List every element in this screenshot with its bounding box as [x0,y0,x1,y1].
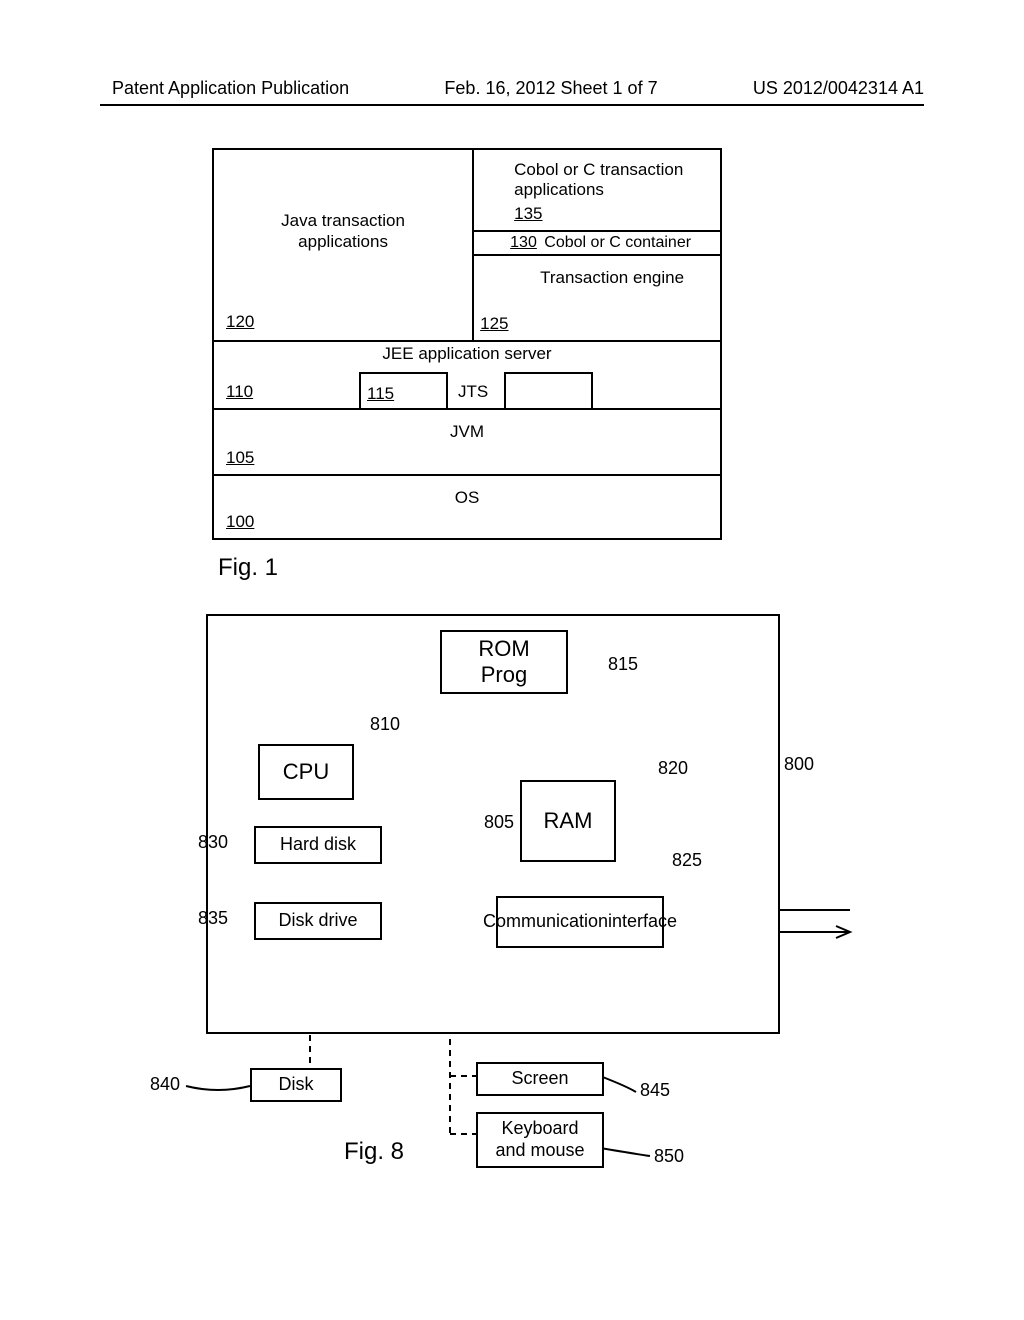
jvm-label: JVM [214,422,720,442]
block-transaction-engine: Transaction engine 125 [474,256,720,340]
ref-845: 845 [640,1080,670,1101]
disk-label: Disk [279,1074,314,1096]
engine-label: Transaction engine [474,268,720,288]
block-os: OS 100 [214,474,720,538]
fig1-top-row: Java transaction applications 120 Cobol … [214,150,720,340]
block-jee-server: JEE application server 110 115 JTS [214,340,720,408]
java-title: Java transaction applications [214,210,472,253]
block-jee-empty [504,372,593,410]
fig1-right-col: Cobol or C transaction applications 135 … [474,150,720,340]
header-right: US 2012/0042314 A1 [753,78,924,99]
ref-840: 840 [150,1074,180,1095]
block-cpu: CPU [258,744,354,800]
ref-800: 800 [784,754,814,775]
block-rom: ROM Prog [440,630,568,694]
block-screen: Screen [476,1062,604,1096]
figure-8: ROM Prog CPU RAM Hard disk Disk drive Co… [150,614,870,1174]
ref-130: 130 [510,234,537,251]
ref-810: 810 [370,714,400,735]
dd-label: Disk drive [278,910,357,932]
jts-label: JTS [458,382,488,402]
block-keyboard-mouse: Keyboard and mouse [476,1112,604,1168]
kb-l2: and mouse [495,1140,584,1160]
page-header: Patent Application Publication Feb. 16, … [0,78,1024,99]
screen-label: Screen [511,1068,568,1090]
ref-135: 135 [514,204,712,224]
figure-1: Java transaction applications 120 Cobol … [212,148,722,540]
ref-120: 120 [226,312,254,332]
block-cobol-container: 130 Cobol or C container [474,232,720,256]
fig8-caption: Fig. 8 [344,1138,404,1166]
block-jts: 115 [359,372,448,410]
ref-835: 835 [198,908,228,929]
block-jvm: JVM 105 [214,408,720,474]
ref-815: 815 [608,654,638,675]
header-left: Patent Application Publication [112,78,349,99]
cobol-container-label: Cobol or C container [544,234,691,251]
ref-105: 105 [226,448,254,468]
os-label: OS [214,488,720,508]
block-cobol-app: Cobol or C transaction applications 135 [474,150,720,232]
block-comm-interface: Communication interface [496,896,664,948]
ref-125: 125 [480,314,508,334]
jee-label: JEE application server [214,344,720,364]
ram-label: RAM [544,808,593,834]
comm-l1: Communication [483,911,608,933]
rom-l1: ROM [478,636,529,661]
block-disk-drive: Disk drive [254,902,382,940]
header-center: Feb. 16, 2012 Sheet 1 of 7 [444,78,657,99]
block-ram: RAM [520,780,616,862]
hd-label: Hard disk [280,834,356,856]
block-java-transaction: Java transaction applications 120 [214,150,474,340]
comm-l2: interface [608,911,677,933]
block-hard-disk: Hard disk [254,826,382,864]
cobol-app-l1: Cobol or C transaction [514,160,683,179]
cobol-app-l2: applications [514,180,604,199]
ref-805: 805 [484,812,514,833]
java-title-l2: applications [298,232,388,251]
ref-100: 100 [226,512,254,532]
ref-850: 850 [654,1146,684,1167]
cpu-label: CPU [283,759,329,785]
rom-l2: Prog [481,662,527,687]
fig1-caption: Fig. 1 [218,554,278,582]
kb-l1: Keyboard [501,1118,578,1138]
block-disk: Disk [250,1068,342,1102]
ref-115: 115 [367,384,394,404]
fig1-outer-box: Java transaction applications 120 Cobol … [212,148,722,540]
ref-830: 830 [198,832,228,853]
java-title-l1: Java transaction [281,211,405,230]
header-rule [100,104,924,106]
ref-820: 820 [658,758,688,779]
ref-110: 110 [226,382,253,402]
ref-825: 825 [672,850,702,871]
